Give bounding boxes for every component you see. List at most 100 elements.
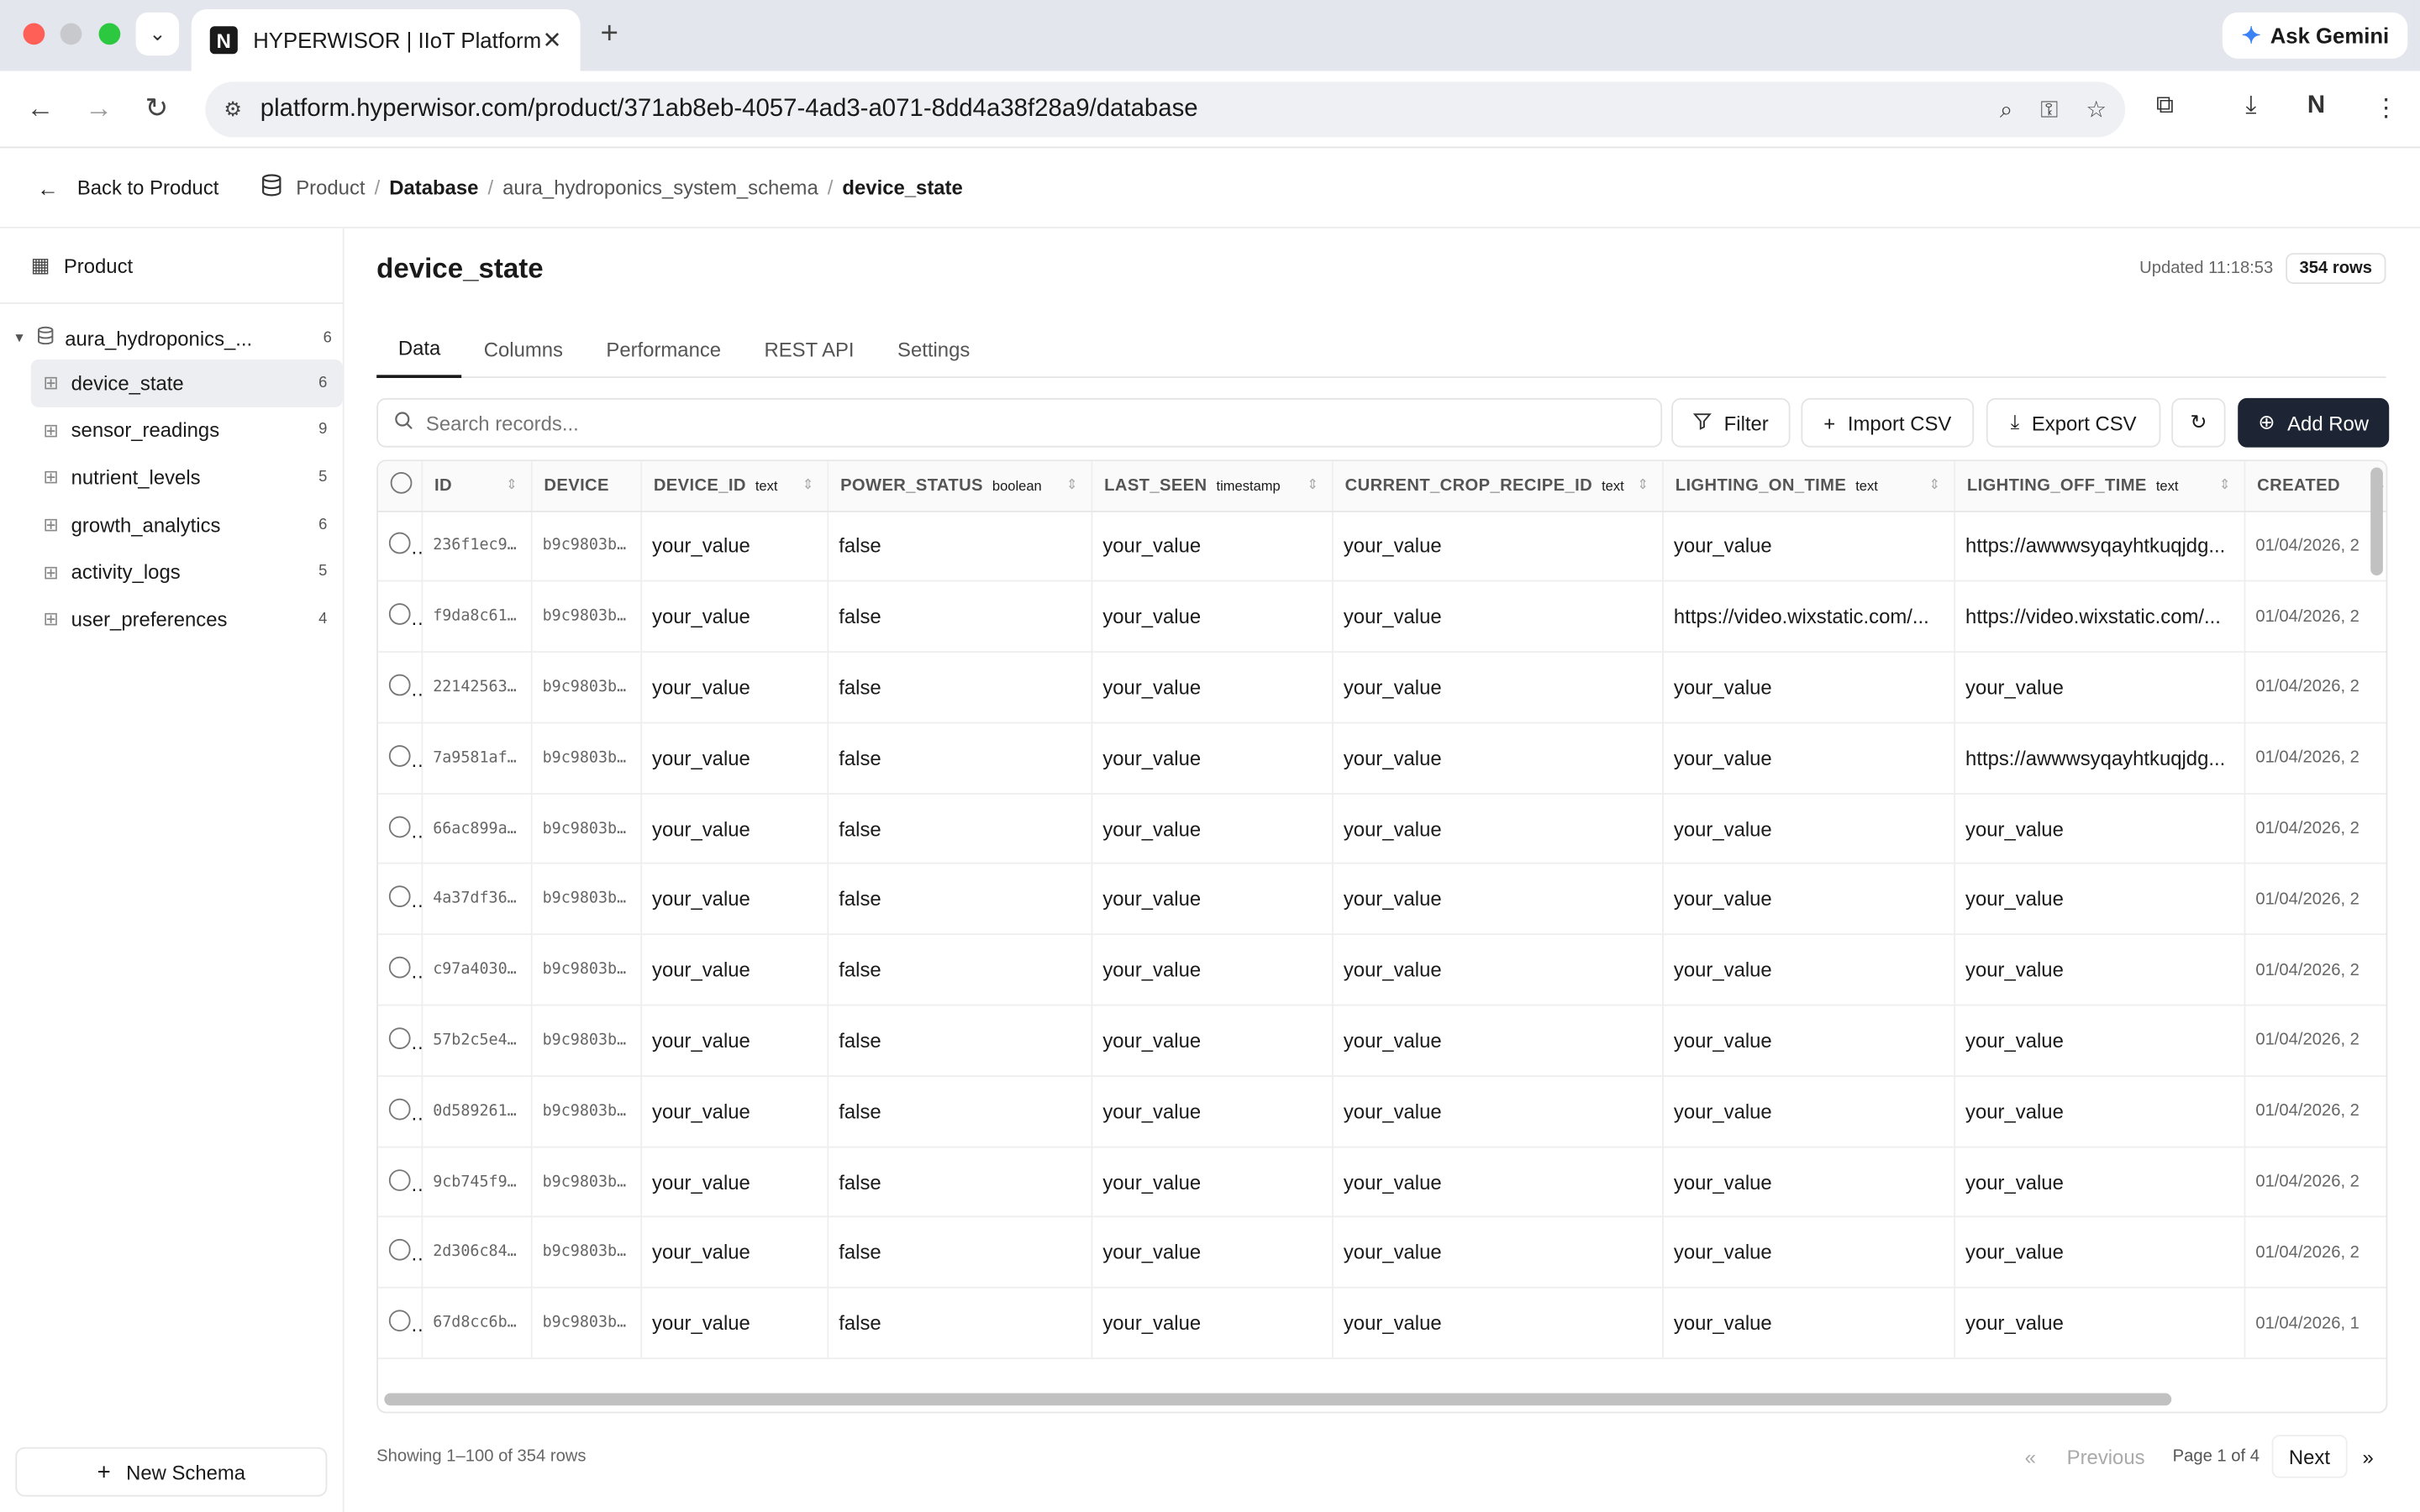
cell-lighting-on-time[interactable]: your_value — [1662, 934, 1955, 1006]
add-row-button[interactable]: ⊕ Add Row — [2238, 397, 2390, 448]
row-select-cell[interactable] — [377, 510, 423, 582]
cell-lighting-off-time[interactable]: https://awwwsyqayhtkuqjdg... — [1954, 722, 2245, 795]
sort-icon[interactable]: ⇕ — [1928, 476, 1940, 493]
tab-settings[interactable]: Settings — [876, 319, 992, 378]
cell-device[interactable]: b9c9803b… — [530, 934, 642, 1006]
password-key-icon[interactable]: ⚿ — [2040, 97, 2058, 123]
row-select-cell[interactable] — [377, 1005, 423, 1077]
cell-id[interactable]: 236f1ec9… — [421, 510, 532, 582]
cell-last-seen[interactable]: your_value — [1091, 1217, 1333, 1289]
cell-lighting-on-time[interactable]: your_value — [1662, 1075, 1955, 1147]
cell-current-crop-recipe-id[interactable]: your_value — [1332, 1005, 1664, 1077]
browser-tab[interactable]: N HYPERWISOR | IIoT Platform ✕ — [191, 9, 581, 71]
forward-arrow-icon[interactable]: → — [85, 91, 113, 124]
row-select-radio[interactable] — [388, 1027, 411, 1049]
cell-power-status[interactable]: false — [827, 722, 1092, 795]
cell-id[interactable]: 66ac899a… — [421, 793, 532, 865]
sidebar-item-sensor-readings[interactable]: ⊞ sensor_readings 9 — [31, 407, 343, 454]
cell-device-id[interactable]: your_value — [640, 1005, 829, 1077]
back-arrow-icon[interactable]: ← — [26, 91, 54, 124]
cell-id[interactable]: c97a4030… — [421, 934, 532, 1006]
search-box[interactable] — [376, 397, 1663, 448]
cell-created[interactable]: 01/04/2026, 2 — [2244, 1146, 2386, 1219]
cell-lighting-off-time[interactable]: your_value — [1954, 1217, 2245, 1289]
cell-lighting-on-time[interactable]: your_value — [1662, 1146, 1955, 1219]
cell-last-seen[interactable]: your_value — [1091, 934, 1333, 1006]
select-all-radio[interactable] — [390, 472, 413, 495]
cell-device[interactable]: b9c9803b… — [530, 722, 642, 795]
breadcrumb-database[interactable]: Database — [389, 176, 478, 199]
sidebar-item-activity-logs[interactable]: ⊞ activity_logs 5 — [31, 549, 343, 596]
window-maximize-button[interactable] — [98, 23, 121, 45]
cell-created[interactable]: 01/04/2026, 2 — [2244, 722, 2386, 795]
cell-lighting-off-time[interactable]: your_value — [1954, 934, 2245, 1006]
close-tab-icon[interactable]: ✕ — [542, 26, 561, 54]
column-header-power-status[interactable]: POWER_STATUS boolean ⇕ — [827, 461, 1092, 512]
address-bar[interactable]: ⚙ platform.hyperwisor.com/product/371ab8… — [205, 81, 2126, 138]
bookmark-star-icon[interactable]: ☆ — [2086, 96, 2107, 123]
sidebar-item-user-preferences[interactable]: ⊞ user_preferences 4 — [31, 596, 343, 643]
site-settings-icon[interactable]: ⚙ — [224, 97, 241, 122]
cell-current-crop-recipe-id[interactable]: your_value — [1332, 1146, 1664, 1219]
table-row[interactable]: f9da8c61… b9c9803b… your_value false your_va… — [377, 581, 2386, 654]
row-select-radio[interactable] — [388, 1168, 411, 1191]
table-row[interactable]: 67d8cc6b… b9c9803b… your_value false your_va… — [377, 1288, 2386, 1360]
table-row[interactable]: 0d589261… b9c9803b… your_value false your_va… — [377, 1075, 2386, 1147]
cell-power-status[interactable]: false — [827, 652, 1092, 724]
row-select-radio[interactable] — [388, 1098, 411, 1121]
cell-id[interactable]: 22142563… — [421, 652, 532, 724]
cell-current-crop-recipe-id[interactable]: your_value — [1332, 510, 1664, 582]
cell-lighting-off-time[interactable]: https://video.wixstatic.com/... — [1954, 581, 2245, 654]
refresh-button[interactable]: ↻ — [2171, 397, 2226, 448]
row-select-radio[interactable] — [388, 674, 411, 696]
sort-icon[interactable]: ⇕ — [2219, 476, 2231, 493]
cell-last-seen[interactable]: your_value — [1091, 1288, 1333, 1360]
cell-current-crop-recipe-id[interactable]: your_value — [1332, 652, 1664, 724]
cell-current-crop-recipe-id[interactable]: your_value — [1332, 1217, 1664, 1289]
tab-data[interactable]: Data — [376, 319, 463, 378]
downloads-icon[interactable]: ⤓ — [2245, 92, 2256, 120]
vertical-scrollbar[interactable] — [2370, 467, 2383, 576]
breadcrumb-schema[interactable]: aura_hydroponics_system_schema — [502, 176, 818, 199]
chevron-down-icon[interactable]: ▾ — [15, 329, 23, 346]
column-header-id[interactable]: ID ⇕ — [421, 461, 532, 512]
row-select-cell[interactable] — [377, 934, 423, 1006]
breadcrumb-product[interactable]: Product — [296, 176, 365, 199]
row-select-radio[interactable] — [388, 885, 411, 908]
row-select-cell[interactable] — [377, 1146, 423, 1219]
first-page-button[interactable]: « — [2009, 1435, 2051, 1478]
cell-created[interactable]: 01/04/2026, 2 — [2244, 864, 2386, 936]
next-page-button[interactable]: Next — [2271, 1435, 2348, 1478]
tab-performance[interactable]: Performance — [585, 319, 743, 378]
extensions-puzzle-icon[interactable]: ⧉ — [2156, 92, 2174, 120]
cell-power-status[interactable]: false — [827, 581, 1092, 654]
cell-power-status[interactable]: false — [827, 1217, 1092, 1289]
cell-lighting-on-time[interactable]: your_value — [1662, 1005, 1955, 1077]
table-row[interactable]: 57b2c5e4… b9c9803b… your_value false your_va… — [377, 1005, 2386, 1077]
zoom-icon[interactable]: ⌕ — [2000, 97, 2012, 123]
cell-power-status[interactable]: false — [827, 1288, 1092, 1360]
window-close-button[interactable] — [23, 23, 45, 45]
tab-search-chevron-icon[interactable]: ⌄ — [135, 12, 180, 56]
cell-device[interactable]: b9c9803b… — [530, 864, 642, 936]
cell-lighting-on-time[interactable]: your_value — [1662, 510, 1955, 582]
cell-lighting-off-time[interactable]: https://awwwsyqayhtkuqjdg... — [1954, 510, 2245, 582]
cell-power-status[interactable]: false — [827, 934, 1092, 1006]
cell-power-status[interactable]: false — [827, 1146, 1092, 1219]
cell-last-seen[interactable]: your_value — [1091, 864, 1333, 936]
row-select-cell[interactable] — [377, 1075, 423, 1147]
filter-button[interactable]: Filter — [1671, 397, 1791, 448]
cell-id[interactable]: 2d306c84… — [421, 1217, 532, 1289]
cell-last-seen[interactable]: your_value — [1091, 722, 1333, 795]
cell-lighting-off-time[interactable]: your_value — [1954, 1075, 2245, 1147]
cell-last-seen[interactable]: your_value — [1091, 1005, 1333, 1077]
cell-device[interactable]: b9c9803b… — [530, 581, 642, 654]
cell-lighting-on-time[interactable]: your_value — [1662, 722, 1955, 795]
column-header-created[interactable]: CREATED ⌄ — [2244, 461, 2386, 512]
search-input[interactable] — [425, 411, 1630, 435]
cell-current-crop-recipe-id[interactable]: your_value — [1332, 1075, 1664, 1147]
table-row[interactable]: 4a37df36… b9c9803b… your_value false your_va… — [377, 864, 2386, 936]
cell-device-id[interactable]: your_value — [640, 934, 829, 1006]
cell-current-crop-recipe-id[interactable]: your_value — [1332, 793, 1664, 865]
cell-device[interactable]: b9c9803b… — [530, 1005, 642, 1077]
